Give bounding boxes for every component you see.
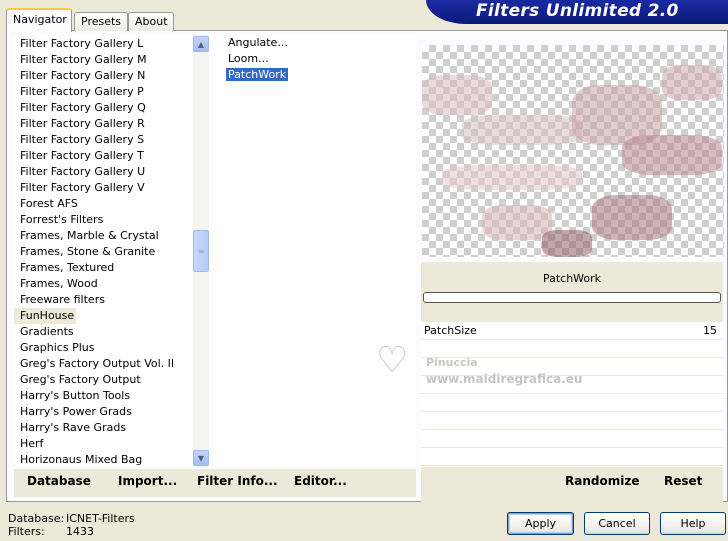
filter-list[interactable]: Angulate... Loom... PatchWork	[216, 35, 416, 467]
reset-button[interactable]: Reset	[664, 474, 702, 488]
category-item[interactable]: Filter Factory Gallery V	[14, 180, 208, 196]
scroll-thumb[interactable]: ≡	[193, 230, 209, 272]
category-item[interactable]: Harry's Button Tools	[14, 388, 208, 404]
category-item[interactable]: Filter Factory Gallery U	[14, 164, 208, 180]
category-item[interactable]: Filter Factory Gallery P	[14, 84, 208, 100]
chevron-up-icon[interactable]: ▲	[193, 36, 209, 52]
import-button[interactable]: Import...	[118, 474, 177, 488]
category-item[interactable]: Frames, Stone & Granite	[14, 244, 208, 260]
category-item[interactable]: Filter Factory Gallery S	[14, 132, 208, 148]
tab-about[interactable]: About	[128, 12, 174, 31]
category-item-selected[interactable]: FunHouse	[14, 308, 76, 324]
category-item[interactable]: Forest AFS	[14, 196, 208, 212]
editor-button[interactable]: Editor...	[294, 474, 347, 488]
category-item[interactable]: Filter Factory Gallery Q	[14, 100, 208, 116]
param-label: PatchSize	[424, 324, 477, 337]
category-item[interactable]: Filter Factory Gallery T	[14, 148, 208, 164]
tab-presets[interactable]: Presets	[74, 12, 128, 31]
left-button-strip: Database Import... Filter Info... Editor…	[14, 469, 416, 497]
app-title: Filters Unlimited 2.0	[476, 1, 679, 21]
category-item[interactable]: Greg's Factory Output Vol. II	[14, 356, 208, 372]
apply-button[interactable]: Apply	[507, 512, 574, 535]
database-value: ICNET-Filters	[66, 512, 135, 525]
category-item[interactable]: Harry's Rave Grads	[14, 420, 208, 436]
category-item[interactable]: Filter Factory Gallery N	[14, 68, 208, 84]
category-item[interactable]: Filter Factory Gallery M	[14, 52, 208, 68]
preview-filter-name: PatchWork	[542, 272, 602, 285]
preview-image	[422, 45, 724, 257]
category-item[interactable]: Frames, Textured	[14, 260, 208, 276]
filter-item[interactable]: Loom...	[216, 51, 416, 67]
category-item[interactable]: Herf	[14, 436, 208, 452]
category-item[interactable]: Filter Factory Gallery L	[14, 36, 208, 52]
category-item[interactable]: Graphics Plus	[14, 340, 208, 356]
filters-label: Filters:	[8, 525, 45, 538]
param-value: 15	[703, 324, 717, 337]
param-row-empty	[421, 448, 723, 466]
category-item[interactable]: Forrest's Filters	[14, 212, 208, 228]
param-row-patchsize[interactable]: PatchSize 15	[421, 322, 723, 340]
category-item[interactable]: Harry's Power Grads	[14, 404, 208, 420]
help-button[interactable]: Help	[660, 512, 726, 535]
grip-icon: ≡	[197, 246, 205, 256]
category-scrollbar[interactable]: ▲ ≡ ▼	[193, 35, 209, 467]
category-item[interactable]: Filter Factory Gallery R	[14, 116, 208, 132]
filter-item-selected[interactable]: PatchWork	[216, 67, 416, 83]
tab-navigator[interactable]: Navigator	[6, 8, 72, 32]
parameter-list: PatchSize 15	[421, 322, 723, 467]
category-item[interactable]: Freeware filters	[14, 292, 208, 308]
heart-icon: ♡	[376, 340, 409, 381]
right-button-strip: Randomize Reset	[421, 469, 723, 497]
randomize-button[interactable]: Randomize	[565, 474, 639, 488]
database-label: Database:	[8, 512, 65, 525]
category-item[interactable]: Frames, Wood	[14, 276, 208, 292]
param-row-empty	[421, 394, 723, 412]
chevron-down-icon[interactable]: ▼	[193, 450, 209, 466]
filter-item[interactable]: Angulate...	[216, 35, 416, 51]
param-row-empty	[421, 430, 723, 448]
filters-count: 1433	[66, 525, 94, 538]
title-banner: Filters Unlimited 2.0	[426, 0, 728, 24]
database-button[interactable]: Database	[27, 474, 91, 488]
category-item[interactable]: Greg's Factory Output	[14, 372, 208, 388]
filter-info-button[interactable]: Filter Info...	[197, 474, 278, 488]
cancel-button[interactable]: Cancel	[584, 512, 650, 535]
progress-bar	[423, 292, 721, 303]
category-item[interactable]: Gradients	[14, 324, 208, 340]
category-item[interactable]: Horizonaus Mixed Bag	[14, 452, 208, 467]
category-item[interactable]: Frames, Marble & Crystal	[14, 228, 208, 244]
param-row-empty	[421, 412, 723, 430]
category-list[interactable]: Filter Factory Gallery L Filter Factory G…	[14, 35, 208, 467]
